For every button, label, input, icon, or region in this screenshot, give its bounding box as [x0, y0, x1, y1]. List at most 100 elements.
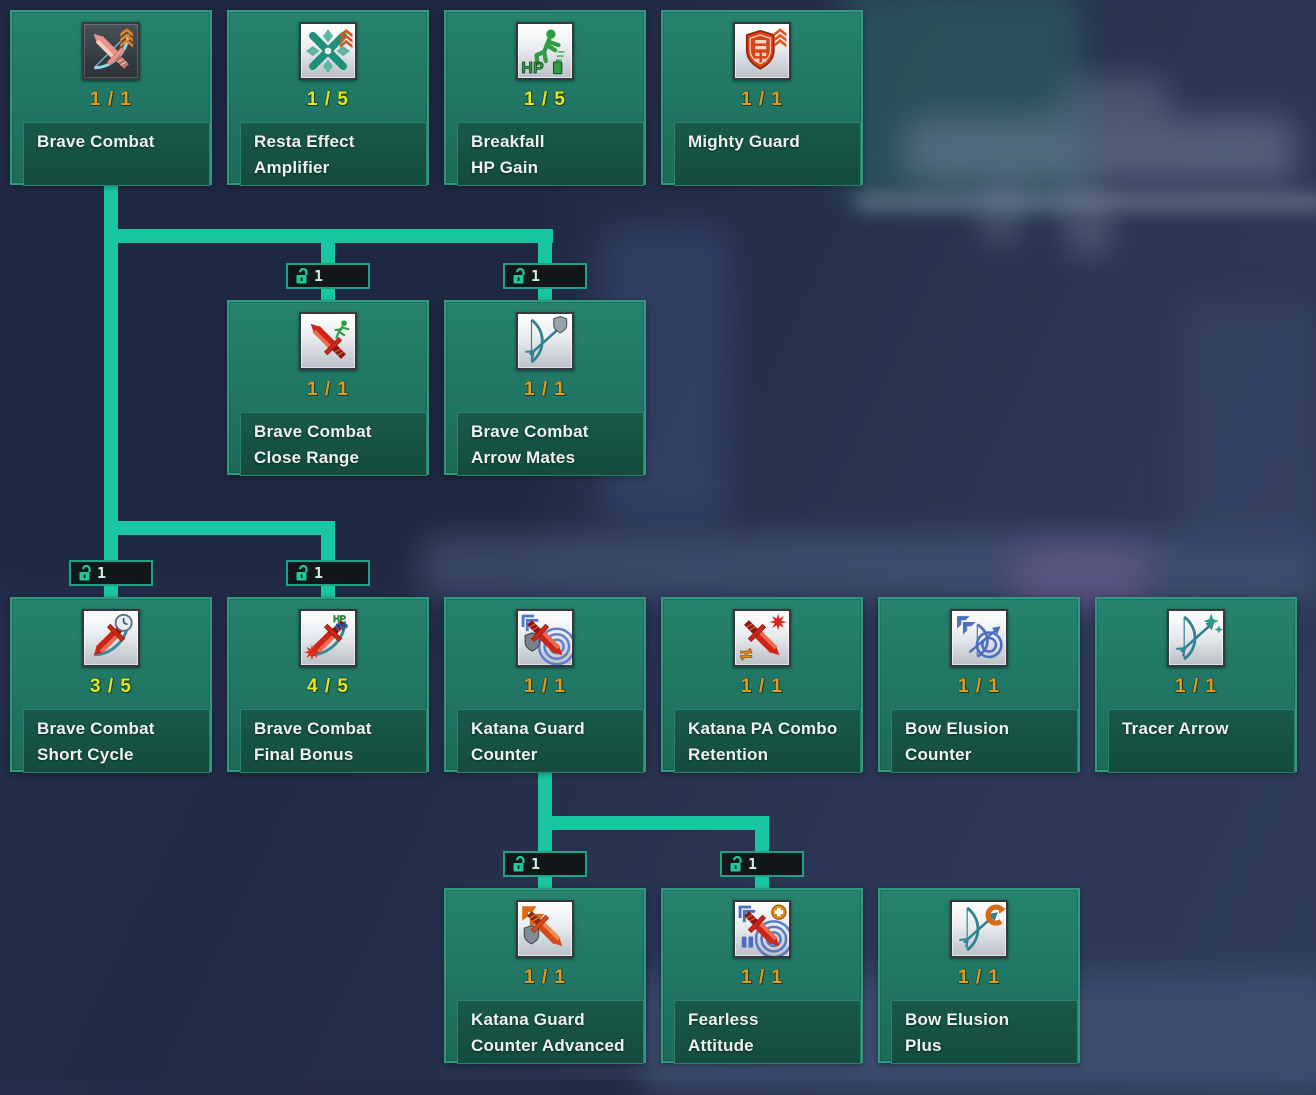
skill-node-katana-pa-combo-retention[interactable]: ≠ 1 / 1 Katana PA ComboRetention	[661, 597, 863, 772]
skill-name-line: Tracer Arrow	[1122, 716, 1294, 742]
unlock-icon	[295, 565, 309, 582]
skill-node-resta-effect-amplifier[interactable]: 1 / 5 Resta EffectAmplifier	[227, 10, 429, 185]
skill-name-line: Mighty Guard	[688, 129, 860, 155]
skill-name-line: Brave Combat	[37, 716, 209, 742]
skill-name-plate: Tracer Arrow	[1108, 709, 1295, 773]
skill-node-brave-combat-arrow-mates[interactable]: 1 / 1 Brave CombatArrow Mates	[444, 300, 646, 475]
skill-name-plate: Brave CombatShort Cycle	[23, 709, 210, 773]
unlock-requirement-value: 1	[531, 269, 540, 284]
skill-node-tracer-arrow[interactable]: 1 / 1 Tracer Arrow	[1095, 597, 1297, 772]
skill-name-line: Brave Combat	[254, 419, 426, 445]
unlock-requirement-badge: 1	[720, 851, 804, 877]
unlock-requirement-value: 1	[531, 857, 540, 872]
skill-name-line: Counter Advanced	[471, 1033, 643, 1059]
skill-node-brave-combat-close-range[interactable]: 1 / 1 Brave CombatClose Range	[227, 300, 429, 475]
skill-name-plate: BreakfallHP Gain	[457, 122, 644, 186]
skill-name-plate: Brave CombatFinal Bonus	[240, 709, 427, 773]
fearless-attitude-icon	[733, 900, 791, 958]
skill-level: 1 / 1	[446, 967, 644, 989]
skill-name-plate: Brave CombatArrow Mates	[457, 412, 644, 476]
svg-text:HP: HP	[521, 59, 544, 77]
skill-level: 1 / 5	[446, 89, 644, 111]
skill-tree-stage: 1 1 1 1 1 1 1 / 1 Brave Combat 1 / 5 Res…	[0, 0, 1316, 1080]
skill-name-line: Plus	[905, 1033, 1077, 1059]
skill-level: 1 / 1	[663, 89, 861, 111]
skill-name-plate: Bow ElusionCounter	[891, 709, 1078, 773]
skill-name-line: Close Range	[254, 445, 426, 471]
skill-name-line: Katana Guard	[471, 1007, 643, 1033]
skill-node-brave-combat-final-bonus[interactable]: HP PP 4 / 5 Brave CombatFinal Bonus	[227, 597, 429, 772]
skill-level: 1 / 1	[880, 676, 1078, 698]
skill-name-line: Counter	[471, 742, 643, 768]
connector-line	[104, 521, 335, 535]
katana-guard-counter-icon	[516, 609, 574, 667]
skill-name-plate: Resta EffectAmplifier	[240, 122, 427, 186]
skill-name-plate: FearlessAttitude	[674, 1000, 861, 1064]
skill-name-plate: Brave CombatClose Range	[240, 412, 427, 476]
skill-level: 1 / 1	[880, 967, 1078, 989]
skill-name-plate: Katana GuardCounter Advanced	[457, 1000, 644, 1064]
skill-name-line: Amplifier	[254, 155, 426, 181]
skill-name-line: Attitude	[688, 1033, 860, 1059]
connector-line	[104, 229, 553, 243]
skill-name-line: Brave Combat	[254, 716, 426, 742]
skill-name-line: Katana Guard	[471, 716, 643, 742]
unlock-icon	[512, 856, 526, 873]
skill-node-brave-combat-short-cycle[interactable]: 3 / 5 Brave CombatShort Cycle	[10, 597, 212, 772]
skill-name-line: Counter	[905, 742, 1077, 768]
unlock-icon	[729, 856, 743, 873]
brave-combat-icon	[82, 22, 140, 80]
skill-name-line: Fearless	[688, 1007, 860, 1033]
skill-level: 4 / 5	[229, 676, 427, 698]
bow-elusion-counter-icon	[950, 609, 1008, 667]
skill-node-mighty-guard[interactable]: 1 / 1 Mighty Guard	[661, 10, 863, 185]
unlock-requirement-badge: 1	[286, 560, 370, 586]
skill-level: 1 / 1	[446, 379, 644, 401]
skill-node-katana-guard-counter-advanced[interactable]: 1 / 1 Katana GuardCounter Advanced	[444, 888, 646, 1063]
skill-level: 3 / 5	[12, 676, 210, 698]
resta-effect-amplifier-icon	[299, 22, 357, 80]
skill-name-plate: Brave Combat	[23, 122, 210, 186]
skill-node-katana-guard-counter[interactable]: 1 / 1 Katana GuardCounter	[444, 597, 646, 772]
katana-pa-combo-retention-icon: ≠	[733, 609, 791, 667]
bow-elusion-plus-icon	[950, 900, 1008, 958]
unlock-requirement-value: 1	[97, 566, 106, 581]
unlock-requirement-value: 1	[314, 566, 323, 581]
svg-text:≠: ≠	[738, 644, 754, 665]
skill-name-line: Arrow Mates	[471, 445, 643, 471]
unlock-requirement-badge: 1	[503, 851, 587, 877]
unlock-requirement-value: 1	[748, 857, 757, 872]
brave-combat-close-range-icon	[299, 312, 357, 370]
brave-combat-arrow-mates-icon	[516, 312, 574, 370]
unlock-icon	[78, 565, 92, 582]
skill-level: 1 / 1	[663, 967, 861, 989]
unlock-requirement-badge: 1	[286, 263, 370, 289]
skill-node-bow-elusion-plus[interactable]: 1 / 1 Bow ElusionPlus	[878, 888, 1080, 1063]
skill-name-line: Final Bonus	[254, 742, 426, 768]
mighty-guard-icon	[733, 22, 791, 80]
skill-name-plate: Bow ElusionPlus	[891, 1000, 1078, 1064]
katana-guard-counter-advanced-icon	[516, 900, 574, 958]
breakfall-hp-gain-icon: HP	[516, 22, 574, 80]
skill-level: 1 / 1	[446, 676, 644, 698]
skill-name-line: Bow Elusion	[905, 716, 1077, 742]
skill-name-line: Brave Combat	[471, 419, 643, 445]
unlock-requirement-badge: 1	[503, 263, 587, 289]
skill-name-line: Katana PA Combo	[688, 716, 860, 742]
connector-line	[538, 816, 769, 830]
skill-name-plate: Katana GuardCounter	[457, 709, 644, 773]
skill-level: 1 / 5	[229, 89, 427, 111]
connector-line	[104, 183, 118, 599]
skill-level: 1 / 1	[229, 379, 427, 401]
unlock-icon	[295, 268, 309, 285]
skill-node-brave-combat[interactable]: 1 / 1 Brave Combat	[10, 10, 212, 185]
unlock-icon	[512, 268, 526, 285]
connector-line	[538, 770, 552, 818]
skill-tree-screen: { "screen": {"title": "skill-tree"}, "co…	[0, 0, 1316, 1080]
skill-node-breakfall-hp-gain[interactable]: HP 1 / 5 BreakfallHP Gain	[444, 10, 646, 185]
skill-name-line: Brave Combat	[37, 129, 209, 155]
skill-node-bow-elusion-counter[interactable]: 1 / 1 Bow ElusionCounter	[878, 597, 1080, 772]
skill-name-plate: Katana PA ComboRetention	[674, 709, 861, 773]
skill-level: 1 / 1	[12, 89, 210, 111]
skill-node-fearless-attitude[interactable]: 1 / 1 FearlessAttitude	[661, 888, 863, 1063]
